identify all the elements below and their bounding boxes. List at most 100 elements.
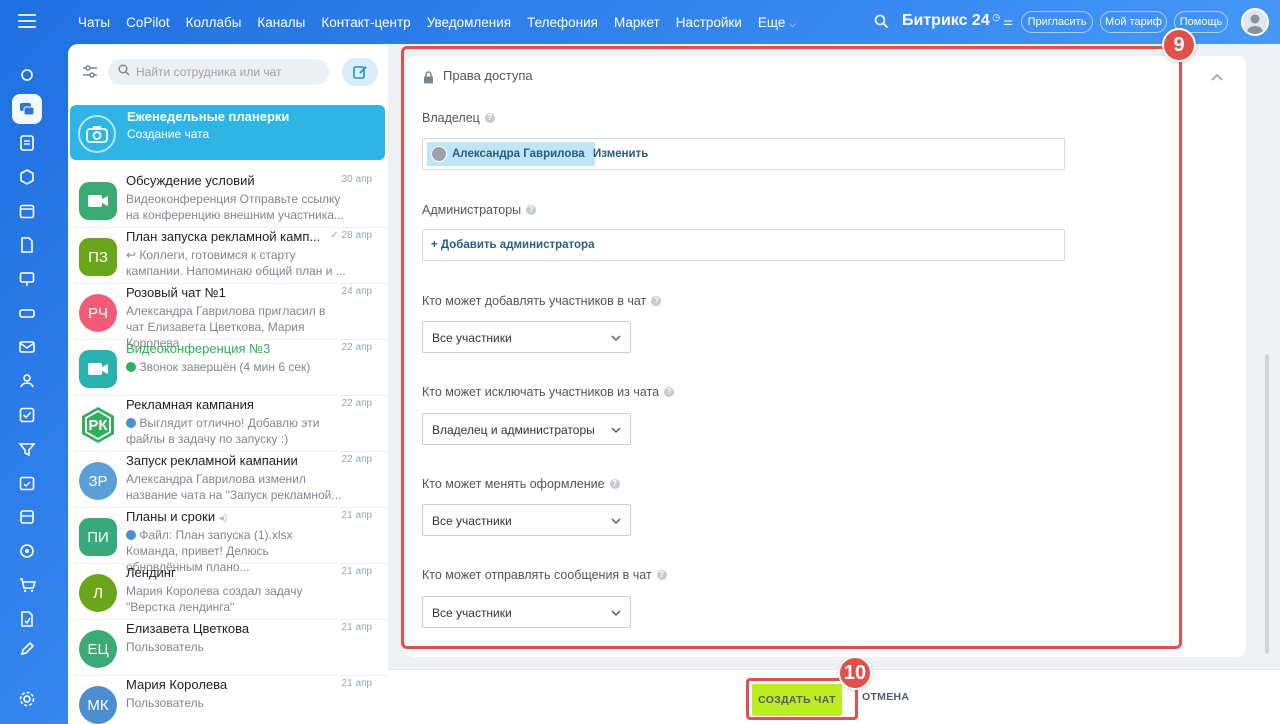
chat-title: Рекламная кампания (126, 397, 254, 412)
compose-icon (353, 66, 367, 79)
chat-date: 21 апр (341, 622, 372, 633)
active-chat-item[interactable]: Еженедельные планерки Создание чата (70, 105, 385, 160)
top-bar: Чаты CoPilot Коллабы Каналы Контакт-цент… (54, 0, 1280, 44)
chat-list-panel: Еженедельные планерки Создание чата Обсу… (68, 44, 388, 724)
active-chat-subtitle: Создание чата (127, 127, 210, 141)
drive-icon[interactable] (12, 298, 42, 328)
chat-preview: Видеоконференция Отправьте ссылку на кон… (126, 192, 344, 222)
chat-title: Планы и сроки ◂) (126, 509, 227, 524)
calendar-icon[interactable] (12, 196, 42, 226)
mail-icon[interactable] (12, 332, 42, 362)
edit-icon[interactable] (12, 634, 42, 664)
chat-preview: Выглядит отлично! Добавлю эти файлы в за… (126, 415, 346, 447)
chat-date: 22 апр (341, 342, 372, 353)
invite-button[interactable]: Пригласить (1021, 11, 1093, 33)
search-icon (118, 63, 130, 81)
highlight-frame (746, 678, 858, 720)
nav-channels[interactable]: Каналы (257, 15, 305, 30)
nav-contact-center[interactable]: Контакт-центр (321, 15, 410, 30)
brand-name: Битрикс 24 (902, 12, 990, 29)
chat-item[interactable]: РЧ Розовый чат №1 24 апр Александра Гавр… (68, 284, 388, 350)
chat-preview-text: Звонок завершён (4 мин 6 сек) (139, 360, 311, 374)
scrollbar[interactable] (1265, 354, 1269, 654)
documents-icon[interactable] (12, 230, 42, 260)
video-icon (79, 182, 117, 220)
employees-icon[interactable] (12, 366, 42, 396)
nav-settings[interactable]: Настройки (676, 15, 742, 30)
nav-telephony[interactable]: Телефония (527, 15, 598, 30)
nav-market[interactable]: Маркет (614, 15, 660, 30)
mute-icon: ◂) (218, 513, 228, 524)
nav-copilot[interactable]: CoPilot (126, 15, 170, 30)
sliders-icon: ⚌ (1000, 16, 1013, 28)
compose-button[interactable] (342, 58, 378, 86)
chat-item[interactable]: МК Мария Королева 21 апр Пользователь (68, 676, 388, 724)
shop-icon[interactable] (12, 570, 42, 600)
tasks-icon[interactable] (12, 400, 42, 430)
chat-item[interactable]: ПИ Планы и сроки ◂) 21 апр Файл: План за… (68, 508, 388, 574)
video-icon (79, 350, 117, 388)
chat-avatar: ЗР (79, 462, 117, 500)
cancel-button[interactable]: ОТМЕНА (862, 691, 909, 703)
settings-icon[interactable] (12, 684, 42, 714)
chat-date: 30 апр (341, 174, 372, 185)
active-chat-title: Еженедельные планерки (127, 109, 290, 124)
chat-title: Лендинг (126, 565, 176, 580)
chat-item[interactable]: ЕЦ Елизавета Цветкова 21 апр Пользовател… (68, 620, 388, 676)
chat-preview: Пользователь (126, 640, 204, 654)
chat-item[interactable]: Обсуждение условий 30 апр Видеоконференц… (68, 172, 388, 228)
marketing-icon[interactable] (12, 536, 42, 566)
user-mini-icon (126, 418, 136, 428)
chevron-up-icon[interactable] (1210, 69, 1224, 87)
camera-icon (78, 115, 116, 153)
nav-chats[interactable]: Чаты (78, 15, 110, 30)
chat-date: 21 апр (341, 510, 372, 521)
feed-icon[interactable] (12, 128, 42, 158)
top-navigation: Чаты CoPilot Коллабы Каналы Контакт-цент… (78, 0, 812, 44)
nav-collabs[interactable]: Коллабы (186, 15, 242, 30)
nav-notifications[interactable]: Уведомления (427, 15, 511, 30)
sign-icon[interactable] (12, 604, 42, 634)
user-avatar[interactable] (1241, 8, 1269, 36)
chat-search-input[interactable] (136, 65, 326, 79)
highlight-frame (401, 46, 1182, 649)
search-icon[interactable] (874, 14, 889, 34)
filter-icon[interactable] (80, 62, 100, 82)
callout-badge: 10 (838, 656, 872, 690)
boards-icon[interactable] (12, 264, 42, 294)
chat-preview-text: Выглядит отлично! Добавлю эти файлы в за… (126, 416, 320, 446)
chat-avatar: ПИ (79, 518, 117, 556)
chat-preview: Александра Гаврилова изменил название ча… (126, 472, 342, 502)
copilot-icon[interactable] (12, 60, 42, 90)
chat-date: 24 апр (341, 286, 372, 297)
chats-icon[interactable] (12, 94, 42, 124)
chat-item[interactable]: Л Лендинг 21 апр Мария Королева создал з… (68, 564, 388, 620)
chat-preview: Мария Королева создал задачу "Верстка ле… (126, 584, 303, 614)
chat-date: 21 апр (341, 678, 372, 689)
chat-item[interactable]: ПЗ План запуска рекламной камп... ✓ 28 а… (68, 228, 388, 284)
chat-item[interactable]: РК Рекламная кампания 22 апр Выглядит от… (68, 396, 388, 452)
chat-title: План запуска рекламной камп... (126, 229, 321, 244)
groups-icon[interactable] (12, 162, 42, 192)
chat-title-text: Планы и сроки (126, 509, 216, 524)
chat-preview: Звонок завершён (4 мин 6 сек) (126, 359, 346, 375)
chat-date-text: 28 апр (341, 230, 372, 241)
chevron-down-icon: ⌵ (789, 18, 796, 29)
chat-avatar-initials: РК (88, 416, 108, 434)
inventory-icon[interactable] (12, 502, 42, 532)
crm-icon[interactable] (12, 434, 42, 464)
chat-title: Видеоконференция №3 (126, 341, 271, 356)
chat-item[interactable]: Видеоконференция №3 22 апр Звонок заверш… (68, 340, 388, 396)
booking-icon[interactable] (12, 468, 42, 498)
chat-date: ✓ 28 апр (330, 230, 372, 241)
chat-item[interactable]: ЗР Запуск рекламной кампании 22 апр Алек… (68, 452, 388, 508)
tariff-button[interactable]: Мой тариф (1100, 11, 1167, 33)
chat-avatar: Л (79, 574, 117, 612)
chat-title: Розовый чат №1 (126, 285, 226, 300)
read-check-icon: ✓ (330, 230, 342, 241)
menu-icon[interactable] (18, 14, 36, 28)
chat-avatar: РК (79, 406, 117, 444)
brand-logo[interactable]: Битрикс 24 ◷ ⚌ (902, 12, 1013, 30)
nav-more[interactable]: Еще ⌵ (758, 15, 796, 30)
chat-date: 22 апр (341, 454, 372, 465)
